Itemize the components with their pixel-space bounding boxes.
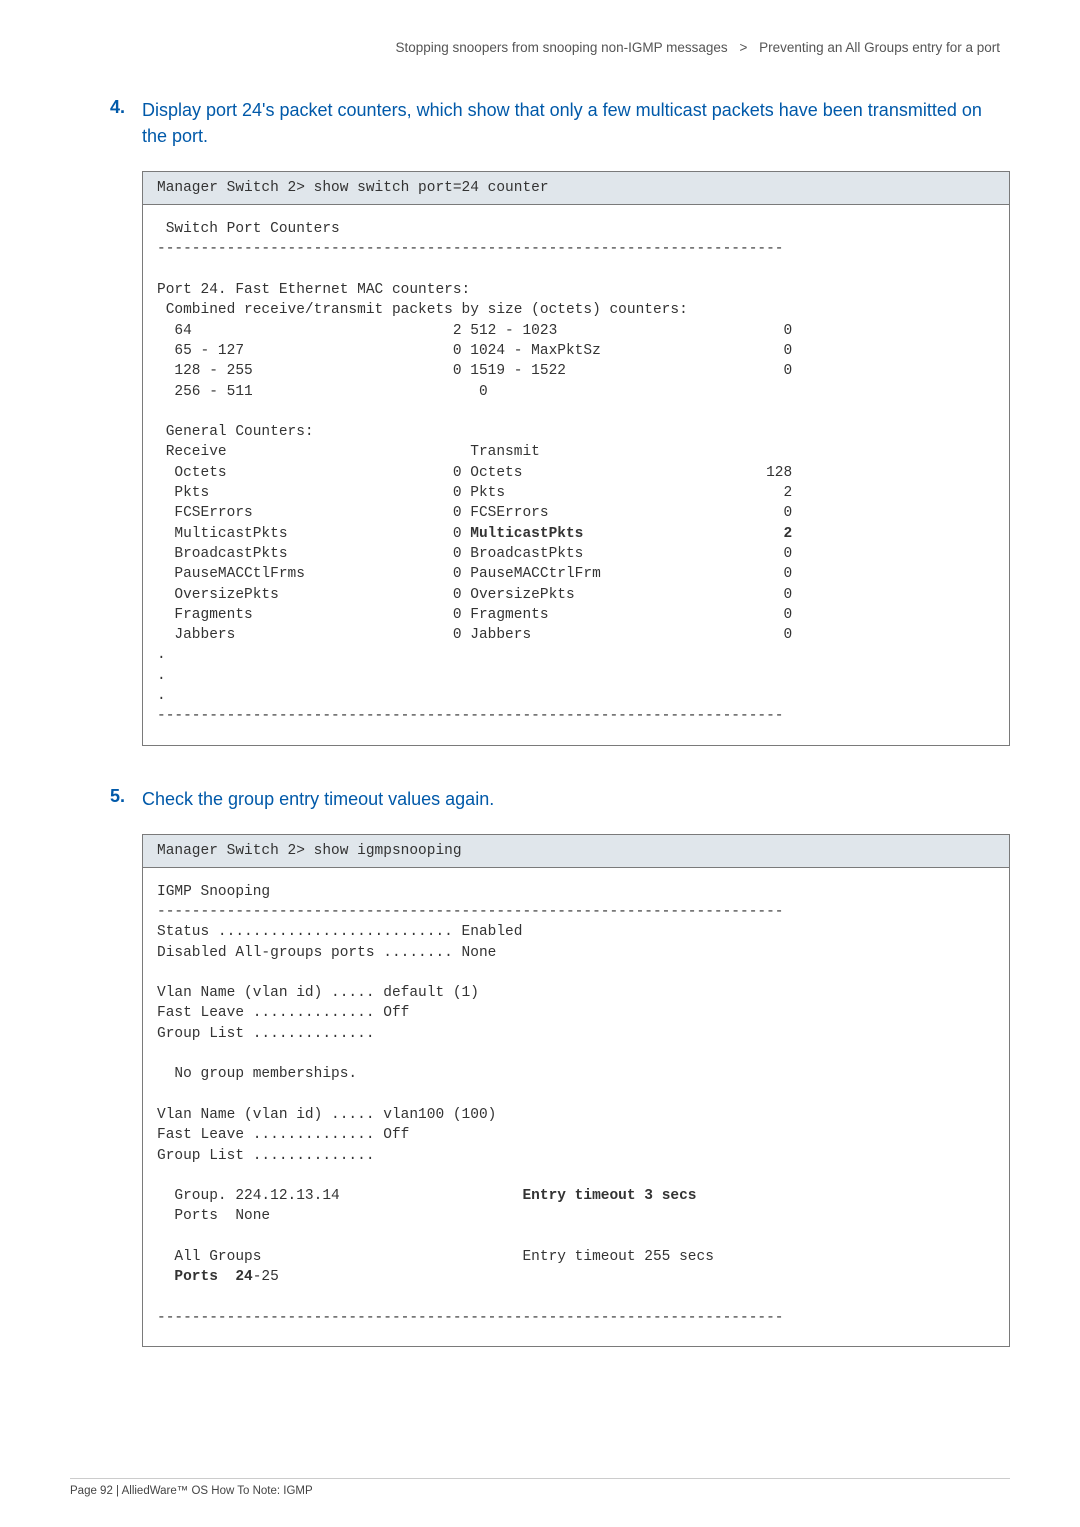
term-line: Group List .............. bbox=[157, 1148, 375, 1164]
step-5: 5. Check the group entry timeout values … bbox=[110, 786, 1010, 812]
terminal-output-2: Manager Switch 2> show igmpsnooping IGMP… bbox=[142, 834, 1010, 1348]
term-line: PauseMACCtlFrms 0 PauseMACCtrlFrm 0 bbox=[157, 566, 792, 582]
breadcrumb-right: Preventing an All Groups entry for a por… bbox=[759, 40, 1000, 55]
term-line: ----------------------------------------… bbox=[157, 904, 784, 920]
term-line: . bbox=[157, 668, 166, 684]
term-line: Status ........................... Enabl… bbox=[157, 924, 522, 940]
step-number: 5. bbox=[110, 786, 142, 807]
term-line: Switch Port Counters bbox=[157, 221, 340, 237]
term-line: Jabbers 0 Jabbers 0 bbox=[157, 627, 792, 643]
terminal-body: IGMP Snooping --------------------------… bbox=[143, 868, 1009, 1347]
term-line: 256 - 511 0 bbox=[157, 384, 488, 400]
term-line: Receive Transmit bbox=[157, 444, 540, 460]
term-line-bold: MulticastPkts 2 bbox=[470, 526, 792, 542]
term-line-bold: Entry timeout 3 secs bbox=[522, 1188, 696, 1204]
term-line: 128 - 255 0 1519 - 1522 0 bbox=[157, 363, 792, 379]
term-line bbox=[157, 1269, 174, 1285]
step-text: Check the group entry timeout values aga… bbox=[142, 786, 494, 812]
term-line: Vlan Name (vlan id) ..... vlan100 (100) bbox=[157, 1107, 496, 1123]
term-line: Ports None bbox=[157, 1208, 270, 1224]
breadcrumb: Stopping snoopers from snooping non-IGMP… bbox=[110, 40, 1010, 55]
term-line: Fast Leave .............. Off bbox=[157, 1005, 409, 1021]
term-line: Fast Leave .............. Off bbox=[157, 1127, 409, 1143]
term-line: Group List .............. bbox=[157, 1026, 375, 1042]
term-line: Combined receive/transmit packets by siz… bbox=[157, 302, 688, 318]
terminal-command: Manager Switch 2> show igmpsnooping bbox=[143, 835, 1009, 868]
term-line: FCSErrors 0 FCSErrors 0 bbox=[157, 505, 792, 521]
term-line: Disabled All-groups ports ........ None bbox=[157, 945, 496, 961]
breadcrumb-separator: > bbox=[739, 40, 747, 55]
term-line: Pkts 0 Pkts 2 bbox=[157, 485, 792, 501]
step-number: 4. bbox=[110, 97, 142, 118]
terminal-body: Switch Port Counters -------------------… bbox=[143, 205, 1009, 744]
term-line: OversizePkts 0 OversizePkts 0 bbox=[157, 587, 792, 603]
terminal-output-1: Manager Switch 2> show switch port=24 co… bbox=[142, 171, 1010, 745]
term-line: IGMP Snooping bbox=[157, 884, 270, 900]
page-footer: Page 92 | AlliedWare™ OS How To Note: IG… bbox=[70, 1478, 1010, 1497]
term-line: BroadcastPkts 0 BroadcastPkts 0 bbox=[157, 546, 792, 562]
term-line-bold: Ports 24 bbox=[174, 1269, 252, 1285]
term-line: ----------------------------------------… bbox=[157, 708, 784, 724]
term-line: Octets 0 Octets 128 bbox=[157, 465, 792, 481]
term-line: . bbox=[157, 688, 166, 704]
breadcrumb-left: Stopping snoopers from snooping non-IGMP… bbox=[396, 40, 728, 55]
term-line: ----------------------------------------… bbox=[157, 1310, 784, 1326]
terminal-command: Manager Switch 2> show switch port=24 co… bbox=[143, 172, 1009, 205]
step-4: 4. Display port 24's packet counters, wh… bbox=[110, 97, 1010, 149]
term-line: -25 bbox=[253, 1269, 279, 1285]
term-line: . bbox=[157, 647, 166, 663]
term-line: ----------------------------------------… bbox=[157, 241, 784, 257]
term-line: All Groups Entry timeout 255 secs bbox=[157, 1249, 714, 1265]
term-line: 64 2 512 - 1023 0 bbox=[157, 323, 792, 339]
term-line: No group memberships. bbox=[157, 1066, 357, 1082]
step-text: Display port 24's packet counters, which… bbox=[142, 97, 1010, 149]
term-line: Vlan Name (vlan id) ..... default (1) bbox=[157, 985, 479, 1001]
term-line: 65 - 127 0 1024 - MaxPktSz 0 bbox=[157, 343, 792, 359]
term-line: Fragments 0 Fragments 0 bbox=[157, 607, 792, 623]
term-line: General Counters: bbox=[157, 424, 314, 440]
term-line: Group. 224.12.13.14 bbox=[157, 1188, 522, 1204]
term-line: Port 24. Fast Ethernet MAC counters: bbox=[157, 282, 470, 298]
term-line: MulticastPkts 0 bbox=[157, 526, 470, 542]
